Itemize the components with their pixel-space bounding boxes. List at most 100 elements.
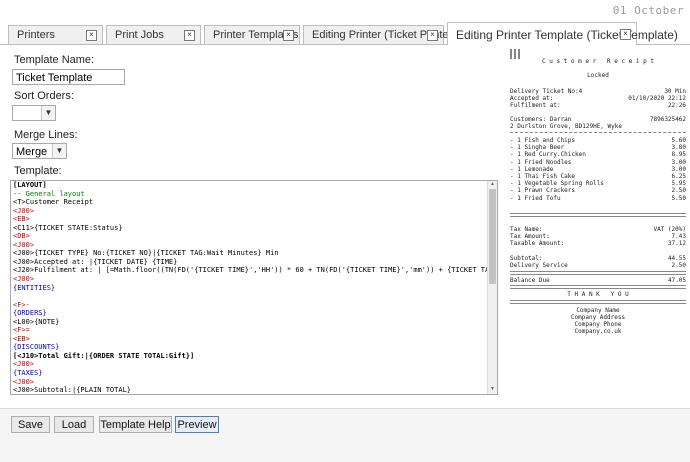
template-label: Template: — [14, 165, 62, 177]
tab-editing-printer-template[interactable]: Editing Printer Template (Ticket Templat… — [447, 22, 637, 45]
tab-label: Editing Printer Template (Ticket Templat… — [456, 28, 678, 42]
scroll-up-icon[interactable]: ▲ — [488, 181, 497, 189]
close-icon[interactable]: × — [283, 30, 294, 41]
item-price: 5.95 — [672, 180, 686, 187]
template-name-label: Template Name: — [14, 54, 94, 66]
row-label: Delivery Ticket No:4 — [510, 88, 582, 95]
template-editor[interactable]: [LAYOUT]-- General layout<T>Customer Rec… — [10, 180, 498, 395]
receipt-preview: C u s t o m e r R e c e i p t Locked Del… — [500, 46, 690, 408]
code-line: <J00> — [13, 241, 487, 250]
receipt-row: Tax Name:VAT (20%) — [510, 226, 686, 233]
row-value: 30 Min — [664, 88, 686, 95]
editor-scrollbar[interactable]: ▲ ▼ — [487, 181, 497, 394]
item-name: - 1 Fried Noodles — [510, 159, 571, 166]
merge-lines-select[interactable]: Merge ▼ — [12, 143, 67, 159]
close-icon[interactable]: × — [620, 29, 631, 40]
row-label: Accepted at: — [510, 95, 553, 102]
item-name: - 1 Fried Tofu — [510, 195, 561, 202]
code-line: {ORDERS} — [13, 309, 487, 318]
receipt-row: Tax Amount:7.43 — [510, 233, 686, 240]
row-value: 22:26 — [668, 102, 686, 109]
row-label: Fulfilment at: — [510, 102, 561, 109]
row-label: Taxable Amount: — [510, 240, 564, 247]
preview-button[interactable]: Preview — [175, 416, 219, 433]
row-value: 01/10/2020 22:12 — [628, 95, 686, 102]
item-name: - 1 Singha Beer — [510, 144, 564, 151]
merge-lines-label: Merge Lines: — [14, 129, 78, 141]
scrollbar-thumb[interactable] — [489, 189, 496, 284]
close-icon[interactable]: × — [184, 30, 195, 41]
divider — [510, 271, 686, 275]
template-code[interactable]: [LAYOUT]-- General layout<T>Customer Rec… — [13, 181, 487, 395]
divider — [510, 285, 686, 289]
receipt-address: 2 Durlston Grove, BD129HE, Wyke — [510, 123, 686, 130]
receipt-row: Balance Due 47.05 — [510, 277, 686, 284]
code-line: <J00>Accepted at: |{TICKET DATE} {TIME} — [13, 258, 487, 267]
chevron-down-icon[interactable]: ▼ — [52, 144, 66, 158]
code-line: {TAXES} — [13, 369, 487, 378]
date-label: 01 October — [613, 4, 684, 17]
close-icon[interactable]: × — [427, 30, 438, 41]
editor-panel: Template Name: Ticket Template Sort Orde… — [0, 44, 690, 461]
close-icon[interactable]: × — [86, 30, 97, 41]
code-line: <C11>{TICKET STATE:Status} — [13, 224, 487, 233]
code-line: <L00>{NOTE} — [13, 318, 487, 327]
receipt-row: Delivery Service 2.50 — [510, 262, 686, 269]
row-value: 7896325462 — [650, 116, 686, 123]
load-button[interactable]: Load — [54, 416, 94, 433]
code-line: <F>= — [13, 326, 487, 335]
receipt-item: - 1 Thai Fish Cake6.25 — [510, 173, 686, 180]
code-line: <EB> — [13, 335, 487, 344]
receipt-item: - 1 Fish and Chips 5.60 — [510, 137, 686, 144]
item-name: - 1 Vegetable Spring Rolls — [510, 180, 604, 187]
row-label: Subtotal: — [510, 255, 543, 262]
chevron-down-icon[interactable]: ▼ — [41, 106, 55, 120]
code-line: <J00>{TICKET TYPE} No:{TICKET NO}|{TICKE… — [13, 249, 487, 258]
sort-orders-select[interactable]: ▼ — [12, 105, 56, 121]
template-help-button[interactable]: Template Help — [99, 416, 172, 433]
item-price: 3.80 — [672, 144, 686, 151]
item-name: - 1 Red Curry.Chicken — [510, 151, 586, 158]
item-name: - 1 Fish and Chips — [510, 137, 575, 144]
item-price: 2.50 — [672, 187, 686, 194]
company-name: Company Name — [510, 307, 686, 314]
code-line: -- General layout — [13, 190, 487, 199]
code-line — [13, 292, 487, 301]
row-label: Delivery Service — [510, 262, 568, 269]
row-value: 37.12 — [668, 240, 686, 247]
tab-editing-printer[interactable]: Editing Printer (Ticket Printer) × — [303, 25, 444, 44]
item-price: 5.60 — [672, 137, 686, 144]
save-button[interactable]: Save — [11, 416, 50, 433]
code-line: <J00> — [13, 378, 487, 387]
divider — [510, 300, 686, 304]
code-line: <J00>Subtotal:|{PLAIN TOTAL} — [13, 386, 487, 395]
tab-print-jobs[interactable]: Print Jobs × — [106, 25, 201, 44]
row-label: Balance Due — [510, 277, 550, 284]
company-phone: Company Phone — [510, 321, 686, 328]
tab-label: Printers — [17, 29, 55, 41]
item-price: 5.50 — [672, 195, 686, 202]
item-price: 8.95 — [672, 151, 686, 158]
code-line: {ENTITIES} — [13, 284, 487, 293]
row-value: 44.55 — [668, 255, 686, 262]
template-name-input[interactable]: Ticket Template — [12, 69, 125, 85]
thank-you: T H A N K Y O U — [510, 291, 686, 298]
receipt-item: - 1 Vegetable Spring Rolls 5.95 — [510, 180, 686, 187]
code-line: <F>- — [13, 301, 487, 310]
receipt-row: Customers: Darran 7896325462 — [510, 116, 686, 123]
row-value: 2.50 — [672, 262, 686, 269]
code-line: <DB> — [13, 232, 487, 241]
item-price: 3.00 — [672, 159, 686, 166]
item-name: - 1 Lemonade — [510, 166, 553, 173]
receipt-item: - 1 Red Curry.Chicken 8.95 — [510, 151, 686, 158]
code-line: <EB> — [13, 215, 487, 224]
receipt-title: C u s t o m e r R e c e i p t — [510, 58, 686, 65]
row-label: Customers: Darran — [510, 116, 571, 123]
receipt-row: Fulfilment at: 22:26 — [510, 102, 686, 109]
scroll-down-icon[interactable]: ▼ — [488, 386, 497, 394]
code-line: <J00> — [13, 360, 487, 369]
tab-printers[interactable]: Printers × — [8, 25, 103, 44]
divider — [510, 132, 686, 133]
row-value: 47.05 — [668, 277, 686, 284]
tab-printer-templates[interactable]: Printer Templates × — [204, 25, 300, 44]
